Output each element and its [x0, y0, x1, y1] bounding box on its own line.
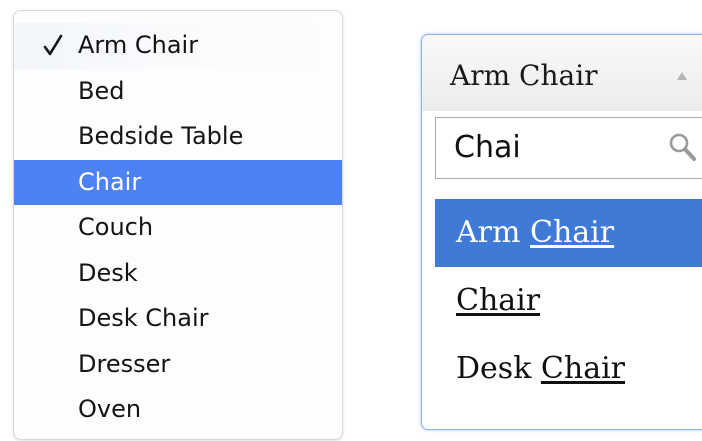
menu-item-bedside-table[interactable]: Bedside Table — [14, 114, 342, 160]
menu-item-label: Couch — [78, 213, 154, 241]
menu-item-label: Chair — [78, 167, 142, 196]
menu-item-label: Bed — [78, 76, 125, 105]
search-input-value: Chai — [454, 130, 521, 165]
menu-item-bed[interactable]: Bed — [14, 69, 342, 115]
menu-item-label: Arm Chair — [78, 31, 199, 59]
checkmark-icon — [43, 34, 63, 56]
menu-item-couch[interactable]: Couch — [14, 205, 342, 251]
result-item-desk-chair[interactable]: Desk Chair — [435, 335, 702, 403]
combobox-selected-value: Arm Chair — [450, 59, 598, 92]
menu-item-arm-chair[interactable]: Arm Chair — [14, 23, 342, 69]
menu-item-desk-chair[interactable]: Desk Chair — [14, 296, 342, 342]
menu-item-label: Desk Chair — [78, 304, 209, 332]
combobox-header[interactable]: Arm Chair — [422, 35, 702, 111]
menu-item-label: Oven — [78, 395, 142, 423]
result-item-arm-chair[interactable]: Arm Chair — [435, 199, 702, 267]
native-select-menu: Arm Chair Bed Bedside Table Chair Couch … — [13, 10, 343, 440]
menu-item-desk[interactable]: Desk — [14, 251, 342, 297]
result-match-highlight: Chair — [540, 351, 626, 386]
arrow-up-icon — [677, 72, 687, 80]
searchable-combobox: Arm Chair Chai Arm Chair Chair Desk Chai… — [421, 34, 702, 430]
menu-item-label: Desk — [78, 258, 138, 287]
result-item-chair[interactable]: Chair — [435, 267, 702, 335]
menu-item-dresser[interactable]: Dresser — [14, 342, 342, 388]
menu-item-label: Dresser — [78, 349, 171, 378]
search-icon — [669, 133, 696, 161]
menu-item-label: Bedside Table — [78, 122, 244, 150]
menu-item-oven[interactable]: Oven — [14, 387, 342, 433]
search-input[interactable]: Chai — [435, 117, 702, 179]
menu-item-chair[interactable]: Chair — [14, 159, 342, 205]
result-text: Desk — [456, 351, 541, 386]
result-match-highlight: Chair — [456, 283, 541, 318]
result-text: Arm — [456, 215, 530, 250]
result-match-highlight: Chair — [530, 215, 615, 250]
